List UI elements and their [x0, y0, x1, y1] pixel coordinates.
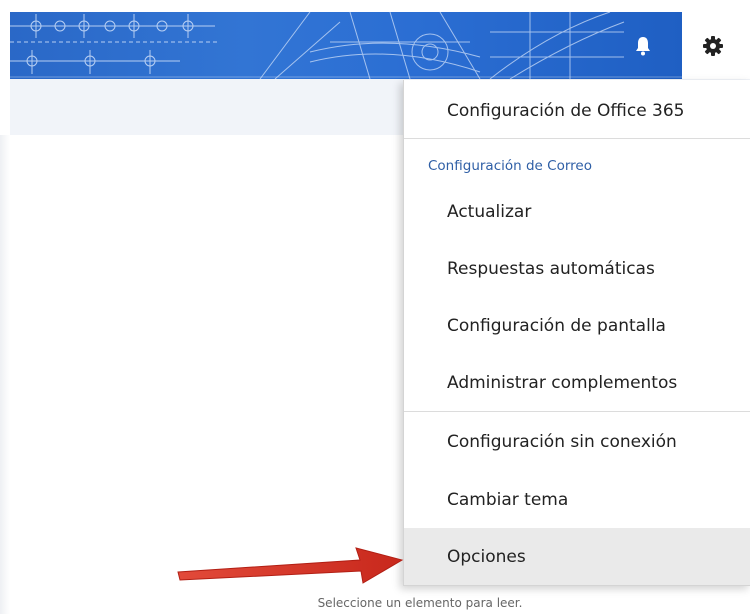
menu-divider — [404, 411, 750, 412]
mail-settings-section-label: Configuración de Correo — [428, 158, 592, 174]
notifications-button[interactable] — [614, 12, 672, 79]
left-pane-edge — [0, 135, 10, 614]
menu-item-offline-settings[interactable]: Configuración sin conexión — [404, 413, 750, 470]
menu-item-options[interactable]: Opciones — [404, 528, 750, 585]
settings-button[interactable] — [682, 12, 744, 79]
header-banner — [10, 12, 682, 79]
menu-item-manage-addins[interactable]: Administrar complementos — [404, 354, 750, 411]
menu-item-display-settings[interactable]: Configuración de pantalla — [404, 297, 750, 354]
menu-divider — [404, 138, 750, 139]
menu-item-office365-settings[interactable]: Configuración de Office 365 — [404, 82, 750, 139]
menu-item-automatic-replies[interactable]: Respuestas automáticas — [404, 240, 750, 297]
menu-item-change-theme[interactable]: Cambiar tema — [404, 471, 750, 528]
bell-icon — [636, 36, 650, 55]
reading-pane-empty-message: Seleccione un elemento para leer. — [317, 596, 523, 610]
settings-menu: Configuración de Office 365 Configuració… — [403, 80, 750, 586]
gear-icon — [703, 35, 723, 56]
blueprint-pattern — [10, 12, 682, 79]
menu-item-refresh[interactable]: Actualizar — [404, 183, 750, 240]
outlook-web-app: Seleccione un elemento para leer. Config… — [0, 0, 750, 614]
